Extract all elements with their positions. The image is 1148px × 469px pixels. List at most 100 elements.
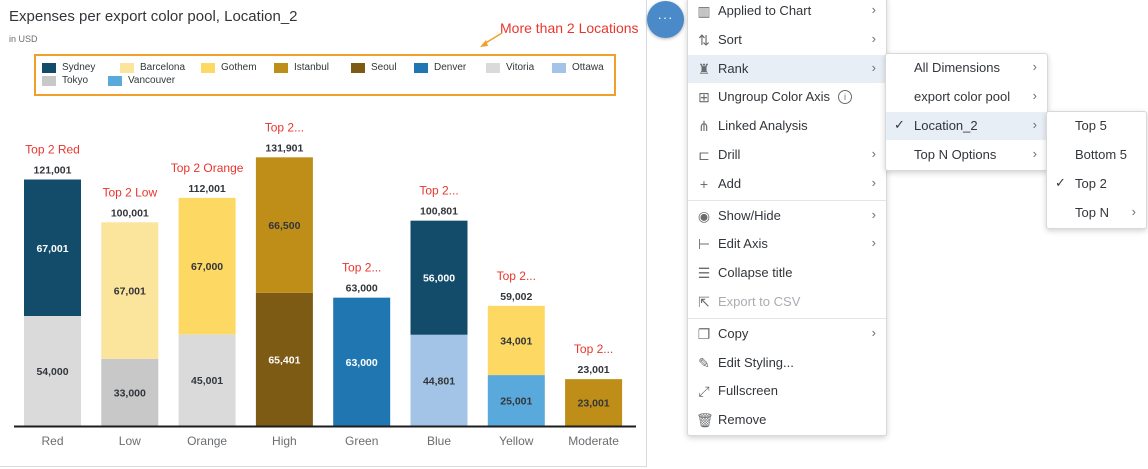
more-options-button[interactable]: ··· — [647, 1, 684, 38]
menu-item-top-5[interactable]: Top 5 — [1047, 112, 1146, 140]
menu-item-label: Top N Options — [914, 147, 997, 162]
category-label: Red — [41, 434, 63, 448]
chevron-right-icon: › — [1032, 117, 1037, 132]
menu-item-label: Copy — [718, 325, 749, 341]
menu-item-bottom-5[interactable]: Bottom 5 — [1047, 141, 1146, 169]
chevron-right-icon: › — [1032, 88, 1037, 103]
info-icon[interactable]: i — [838, 90, 852, 105]
total-label: 63,000 — [346, 283, 378, 295]
menu-item-label: Remove — [718, 412, 767, 428]
menu-item-label: Edit Styling... — [718, 354, 794, 370]
chart-panel[interactable]: Expenses per export color pool, Location… — [0, 0, 647, 467]
menu-item-label: Top 5 — [1075, 118, 1107, 133]
menu-item-label: Top N — [1075, 205, 1109, 220]
menu-item-linked-analysis[interactable]: ⋔ Linked Analysis — [688, 112, 886, 140]
menu-item-label: Drill — [718, 147, 741, 162]
chevron-right-icon: › — [1032, 146, 1037, 161]
menu-item-copy[interactable]: ❐ Copy › — [688, 320, 886, 348]
menu-item-location-2[interactable]: ✓ Location_2 › — [886, 112, 1047, 140]
more-icon: ··· — [657, 10, 674, 25]
top-n-label: Top 2... — [342, 261, 381, 275]
menu-item-collapse-title[interactable]: ☰ Collapse title — [688, 259, 886, 287]
top-n-label: Top 2 Red — [25, 143, 80, 157]
brush-icon: ✎ — [698, 354, 710, 371]
menu-separator — [688, 317, 886, 319]
data-label: 56,000 — [423, 273, 455, 285]
menu-item-top-2[interactable]: ✓ Top 2 — [1047, 170, 1146, 198]
data-label: 67,001 — [36, 243, 68, 255]
data-label: 67,001 — [114, 286, 146, 298]
menu-item-add[interactable]: + Add › — [688, 170, 886, 198]
chevron-right-icon: › — [871, 59, 876, 75]
total-label: 131,901 — [265, 142, 303, 154]
chevron-right-icon: › — [871, 146, 876, 161]
menu-item-top-n[interactable]: Top N › — [1047, 199, 1146, 227]
menu-item-label: export color pool — [914, 89, 1011, 104]
chevron-right-icon: › — [871, 2, 876, 17]
menu-item-drill[interactable]: ⊏ Drill › — [688, 141, 886, 169]
chevron-right-icon: › — [871, 324, 876, 340]
data-label: 33,000 — [114, 387, 146, 399]
category-label: High — [272, 434, 297, 448]
menu-item-label: Ungroup Color Axis — [718, 89, 830, 105]
menu-item-show-hide[interactable]: ◉ Show/Hide › — [688, 202, 886, 230]
data-label: 25,001 — [500, 396, 532, 408]
menu-item-applied-to-chart[interactable]: ▥ Applied to Chart › — [688, 0, 886, 25]
data-label: 44,801 — [423, 375, 455, 387]
menu-item-label: Location_2 — [914, 118, 978, 133]
menu-item-ungroup-color-axis[interactable]: ⊞ Ungroup Color Axis i — [688, 83, 886, 111]
data-label: 45,001 — [191, 375, 223, 387]
linked-analysis-icon: ⋔ — [698, 118, 710, 135]
menu-item-label: Linked Analysis — [718, 118, 808, 134]
category-label: Yellow — [499, 434, 534, 448]
menu-item-rank[interactable]: ♜ Rank › — [688, 54, 886, 83]
menu-item-label: Rank — [718, 60, 749, 76]
menu-item-fullscreen[interactable]: ⤢ Fullscreen — [688, 377, 886, 405]
data-label: 54,000 — [36, 366, 68, 378]
data-label: 65,401 — [268, 354, 300, 366]
rank-icon: ♜ — [697, 60, 711, 77]
menu-item-all-dimensions[interactable]: All Dimensions › — [886, 54, 1047, 82]
drill-icon: ⊏ — [698, 147, 710, 163]
category-label: Moderate — [568, 434, 619, 448]
trash-icon: 🗑 — [696, 412, 714, 429]
chevron-right-icon: › — [1131, 204, 1136, 219]
menu-item-top-n-options[interactable]: Top N Options › — [886, 141, 1047, 169]
chart-icon: ▥ — [697, 3, 711, 19]
top-n-label: Top 2... — [419, 184, 458, 198]
data-label: 67,000 — [191, 261, 223, 273]
top-n-label: Top 2 Orange — [171, 161, 244, 175]
export-icon: ⇱ — [698, 294, 710, 310]
total-label: 112,001 — [188, 183, 226, 195]
chevron-right-icon: › — [871, 235, 876, 251]
menu-item-label: Export to CSV — [718, 294, 801, 309]
chevron-right-icon: › — [871, 30, 876, 46]
category-label: Green — [345, 434, 378, 448]
data-label: 66,500 — [268, 220, 300, 232]
menu-item-label: All Dimensions — [914, 60, 1000, 75]
total-label: 100,001 — [111, 207, 149, 219]
category-label: Orange — [187, 434, 227, 448]
top-n-label: Top 2... — [497, 269, 536, 283]
total-label: 23,001 — [578, 364, 610, 376]
menu-item-export-color-pool[interactable]: export color pool › — [886, 83, 1047, 111]
menu-item-label: Fullscreen — [718, 383, 778, 399]
menu-item-edit-styling[interactable]: ✎ Edit Styling... — [688, 349, 886, 377]
sort-icon: ⇅ — [698, 31, 710, 48]
total-label: 121,001 — [34, 165, 72, 177]
menu-item-label: Edit Axis — [718, 236, 768, 252]
menu-item-sort[interactable]: ⇅ Sort › — [688, 26, 886, 54]
menu-item-edit-axis[interactable]: ⊢ Edit Axis › — [688, 230, 886, 258]
checkmark-icon: ✓ — [1055, 175, 1066, 190]
menu-item-export-to-csv[interactable]: ⇱ Export to CSV — [688, 288, 886, 316]
fullscreen-icon: ⤢ — [698, 383, 710, 400]
location-submenu: Top 5 Bottom 5 ✓ Top 2 Top N › — [1046, 111, 1147, 229]
copy-icon: ❐ — [697, 325, 711, 342]
menu-item-label: Show/Hide — [718, 207, 781, 223]
chevron-right-icon: › — [871, 174, 876, 190]
data-label: 23,001 — [578, 398, 610, 410]
top-n-label: Top 2... — [265, 120, 304, 134]
context-menu: ▥ Applied to Chart › ⇅ Sort › ♜ Rank › ⊞ Ungroup C… — [687, 0, 887, 436]
menu-item-remove[interactable]: 🗑 Remove — [688, 406, 886, 434]
menu-item-label: Bottom 5 — [1075, 147, 1128, 162]
